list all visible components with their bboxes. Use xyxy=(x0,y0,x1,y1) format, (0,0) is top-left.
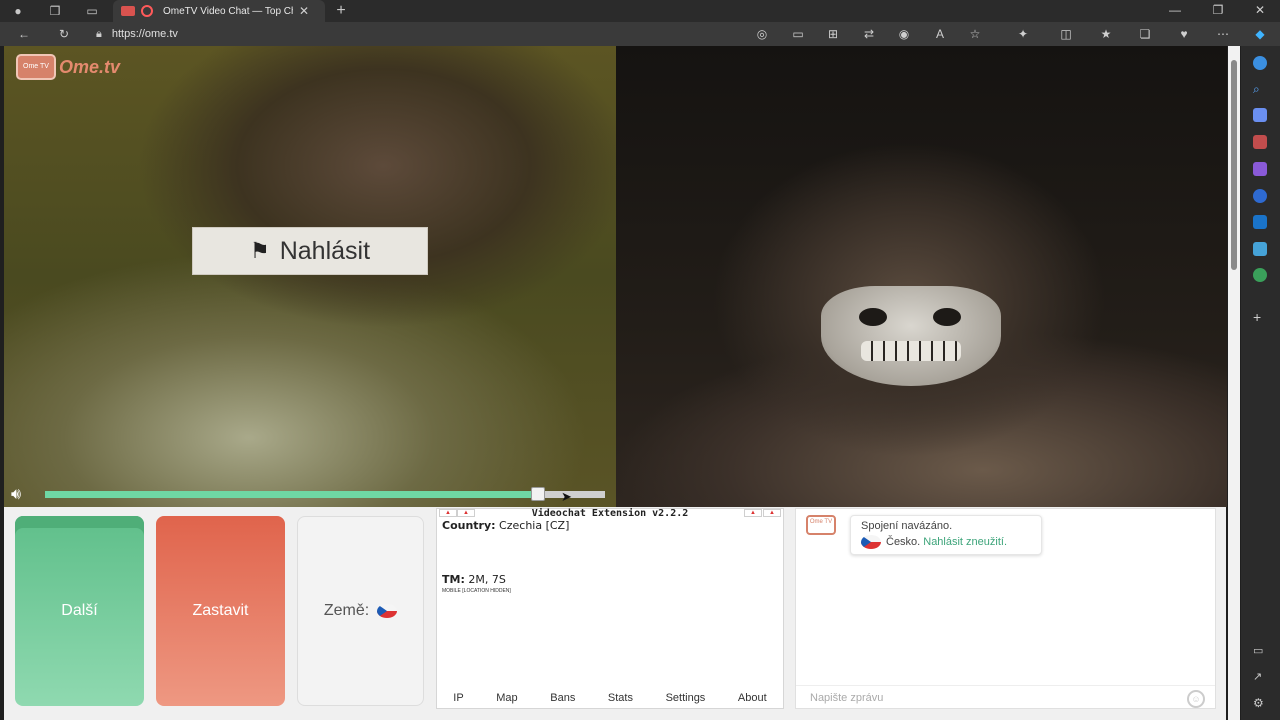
copilot-icon[interactable]: ◆ xyxy=(1252,26,1268,42)
volume-fill xyxy=(45,491,538,498)
read-aloud-icon[interactable]: A xyxy=(932,26,948,42)
more-options-icon[interactable]: ⋯ xyxy=(1215,26,1231,42)
tm-row: TM: 2M, 7S xyxy=(442,573,506,586)
page-scrollbar[interactable] xyxy=(1228,46,1240,720)
tab-settings[interactable]: Settings xyxy=(666,692,706,704)
next-button[interactable]: Další xyxy=(15,516,144,706)
volume-icon[interactable]: 🔊︎ xyxy=(11,486,21,504)
favorites-icon[interactable]: ★ xyxy=(1098,26,1114,42)
country-label: Země: xyxy=(323,602,370,619)
message-input[interactable]: Napište zprávu ☺ xyxy=(796,685,1215,709)
volume-handle[interactable] xyxy=(530,487,545,501)
tracking-icon[interactable]: ◎ xyxy=(754,26,770,42)
ometv-logo: Ome TV Ome.tv xyxy=(16,53,120,81)
refresh-icon[interactable]: ↻ xyxy=(56,26,72,42)
address-bar: ← ↻ 🔒︎ https://ome.tv ◎ ▭ ⊞ ⇄ ◉ A ☆ ✦ ◫ … xyxy=(0,22,1280,46)
workspaces-icon[interactable]: ❒ xyxy=(47,3,63,19)
eye-icon[interactable]: ◉ xyxy=(896,26,912,42)
vertical-tabs-icon[interactable]: ▭ xyxy=(84,3,100,19)
emoji-icon[interactable]: ☺ xyxy=(1187,690,1205,708)
tree-icon[interactable] xyxy=(1253,268,1267,282)
czech-flag-icon xyxy=(861,535,881,549)
maximize-button[interactable]: ❐ xyxy=(1208,3,1228,17)
flag-icon: ⚑ xyxy=(249,238,270,263)
split-screen-icon[interactable]: ◫ xyxy=(1058,26,1074,42)
back-icon[interactable]: ← xyxy=(16,26,32,42)
performance-icon[interactable]: ♥ xyxy=(1176,26,1192,42)
add-sidebar-icon[interactable]: + xyxy=(1253,310,1267,324)
url-text: https://ome.tv xyxy=(111,28,178,40)
drop-icon[interactable] xyxy=(1253,242,1267,256)
tab-close-icon[interactable]: ✕ xyxy=(299,4,309,18)
mask-eye xyxy=(859,308,887,326)
volume-slider[interactable] xyxy=(45,487,605,501)
videochat-extension-panel: ▲ ▲ Videochat Extension v2.2.2 ▲ ▲ Count… xyxy=(436,508,784,709)
lock-icon: 🔒︎ xyxy=(96,27,102,40)
favorite-star-icon[interactable]: ☆ xyxy=(967,26,983,42)
tm-value: 2M, 7S xyxy=(468,573,506,586)
browser-sidebar: ⌕ + ▭ ↗ ⚙ xyxy=(1241,46,1280,720)
tab-bans[interactable]: Bans xyxy=(550,692,575,704)
browser-tab-bar: ● ❒ ▭ OmeTV Video Chat — Top Chat ✕ + — … xyxy=(0,0,1280,22)
mask-eye xyxy=(933,308,961,326)
country-key: Country: xyxy=(442,519,496,532)
logo-tv-icon: Ome TV xyxy=(16,54,56,80)
tab-ometv[interactable]: OmeTV Video Chat — Top Chat ✕ xyxy=(113,0,325,22)
profile-icon[interactable]: ● xyxy=(10,3,26,19)
collapse-arrow-icon[interactable]: ▲ xyxy=(744,509,762,517)
tm-key: TM: xyxy=(442,573,465,586)
message-placeholder: Napište zprávu xyxy=(810,692,884,704)
shopping-icon[interactable] xyxy=(1253,108,1267,122)
close-window-button[interactable]: ✕ xyxy=(1250,3,1270,17)
remote-video xyxy=(616,46,1227,507)
sidebar-panel-icon[interactable]: ▭ xyxy=(1253,644,1267,658)
url-field[interactable]: 🔒︎ https://ome.tv xyxy=(96,24,746,44)
tab-ip[interactable]: IP xyxy=(453,692,463,704)
extension-tabs: IP Map Bans Stats Settings About xyxy=(437,692,783,704)
connection-status: Spojení navázáno. xyxy=(861,520,953,532)
local-video: Ome TV Ome.tv ⚑ Nahlásit 🔊︎ ➤ xyxy=(4,46,616,507)
system-message: Spojení navázáno. Česko. Nahlásit zneuži… xyxy=(850,515,1042,555)
scrollbar-thumb[interactable] xyxy=(1231,60,1237,270)
extension-title: Videochat Extension v2.2.2 xyxy=(531,508,689,519)
czech-flag-icon xyxy=(377,604,398,618)
country-row: Country: Czechia [CZ] xyxy=(442,519,569,532)
external-icon[interactable]: ↗ xyxy=(1253,670,1267,684)
expand-arrow-icon[interactable]: ▲ xyxy=(763,509,781,517)
collections-icon[interactable]: ❏ xyxy=(1137,26,1153,42)
partner-country: Česko. xyxy=(886,536,921,548)
skull-mask-figure xyxy=(821,286,1001,386)
ometv-avatar: Ome TV xyxy=(806,515,836,535)
stop-button[interactable]: Zastavit xyxy=(156,516,285,706)
mask-teeth xyxy=(861,341,961,361)
new-tab-button[interactable]: + xyxy=(333,2,349,19)
logo-wordmark: Ome.tv xyxy=(59,56,121,77)
apps-icon[interactable]: ⊞ xyxy=(825,26,841,42)
camera-icon[interactable]: ▭ xyxy=(790,26,806,42)
tab-about[interactable]: About xyxy=(738,692,767,704)
search-icon[interactable]: ⌕ xyxy=(1253,82,1267,96)
games-icon[interactable] xyxy=(1253,162,1267,176)
recording-icon xyxy=(141,5,153,17)
report-button[interactable]: ⚑ Nahlásit xyxy=(192,227,428,275)
sidebar-settings-icon[interactable]: ⚙ xyxy=(1253,696,1267,710)
country-button[interactable]: Země: xyxy=(297,516,424,706)
ometv-favicon xyxy=(121,6,135,16)
tools-icon[interactable] xyxy=(1253,135,1267,149)
mouse-cursor: ➤ xyxy=(561,489,572,504)
tab-title: OmeTV Video Chat — Top Chat xyxy=(163,5,293,17)
translate-icon[interactable]: ⇄ xyxy=(861,26,877,42)
mobile-note: MOBILE [LOCATION HIDDEN] xyxy=(442,588,511,594)
extensions-icon[interactable]: ✦ xyxy=(1015,26,1031,42)
report-abuse-link[interactable]: Nahlásit zneužití. xyxy=(923,536,1007,548)
tab-stats[interactable]: Stats xyxy=(608,692,633,704)
outlook-icon[interactable] xyxy=(1253,215,1267,229)
chat-panel: Ome TV Spojení navázáno. Česko. Nahlásit… xyxy=(795,508,1216,709)
tab-map[interactable]: Map xyxy=(496,692,517,704)
minimize-button[interactable]: — xyxy=(1165,3,1185,17)
country-value: Czechia [CZ] xyxy=(499,519,570,532)
report-label: Nahlásit xyxy=(279,236,371,265)
m365-icon[interactable] xyxy=(1253,189,1267,203)
notification-icon[interactable] xyxy=(1253,56,1267,70)
